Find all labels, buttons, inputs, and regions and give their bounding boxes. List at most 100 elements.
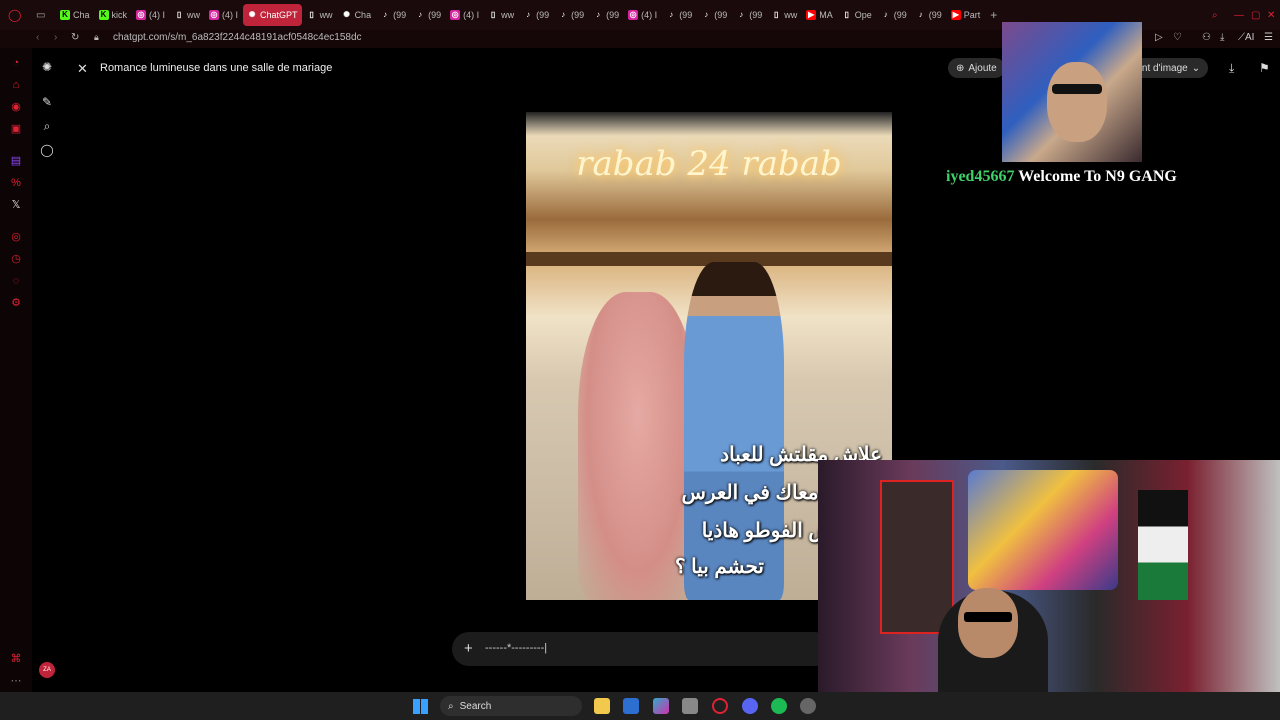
chatgpt-icon: ✺	[248, 10, 256, 19]
browser-tab[interactable]: K Cha	[56, 4, 94, 26]
tab-label: (99	[536, 10, 550, 20]
browser-tab[interactable]: ▯ Ope	[838, 4, 876, 26]
new-tab-button[interactable]: +	[990, 8, 997, 22]
favorite-heart-icon[interactable]: ♡	[1173, 32, 1182, 43]
settings-icon[interactable]: ⚙	[9, 296, 23, 310]
close-window-button[interactable]: ✕	[1267, 10, 1275, 21]
ai-icon[interactable]: ⟋AI	[1238, 32, 1254, 43]
browser-tab[interactable]: ▶ Part	[947, 4, 985, 26]
tab-overview-icon[interactable]: ▭	[36, 10, 50, 21]
browser-tab[interactable]: ♪ (99	[662, 4, 696, 26]
browser-tab[interactable]: ♪ (99	[732, 4, 766, 26]
page-title: Romance lumineuse dans une salle de mari…	[100, 62, 333, 74]
tiktok-icon: ♪	[596, 10, 601, 19]
browser-tab[interactable]: ▶ MA	[802, 4, 837, 26]
page-icon: ▯	[309, 10, 314, 19]
kick-icon: K	[60, 10, 70, 20]
browser-tab[interactable]: ✺ Cha	[338, 4, 376, 26]
more-icon[interactable]: ⋯	[9, 674, 23, 688]
close-icon[interactable]: ✕	[77, 61, 88, 77]
chatgpt-icon: ✺	[343, 10, 350, 19]
pinboard-icon[interactable]: ◌	[9, 274, 23, 288]
browser-tab[interactable]: ◎ (4) I	[205, 4, 242, 26]
tab-label: (99	[679, 10, 693, 20]
browser-tab[interactable]: ♪ (99	[554, 4, 588, 26]
new-chat-icon[interactable]: ✎	[40, 95, 54, 109]
twitch-icon[interactable]: ▤	[9, 154, 23, 168]
browser-tab[interactable]: ▯ ww	[303, 4, 337, 26]
spotify-icon[interactable]	[771, 698, 787, 714]
youtube-icon: ▶	[806, 10, 817, 20]
url-field[interactable]: chatgpt.com/s/m_6a823f2244c48191acf0548c…	[113, 32, 362, 43]
chat-bubble-icon[interactable]: ◯	[40, 143, 54, 157]
discord-icon[interactable]	[742, 698, 758, 714]
taskbar-search[interactable]: ⌕ Search	[440, 696, 582, 716]
browser-tab[interactable]: ▯ ww	[767, 4, 801, 26]
search-icon[interactable]: ⌕	[40, 119, 54, 133]
browser-tab[interactable]: ✺ ChatGPT	[243, 4, 302, 26]
history-icon[interactable]: ◷	[9, 252, 23, 266]
browser-tab[interactable]: ◎ (4) I	[446, 4, 483, 26]
calculator-icon[interactable]	[682, 698, 698, 714]
add-attachment-icon[interactable]: +	[464, 640, 473, 657]
browser-sidebar: ◔ ⌂ ◉ ▣ ▤ % 𝕏 ◎ ◷ ◌ ⚙ ⌘ ⋯	[0, 48, 32, 692]
site-info-icon[interactable]: 🔒︎	[94, 32, 99, 43]
tab-label: Part	[963, 10, 981, 20]
maximize-button[interactable]: ▢	[1251, 10, 1260, 21]
tiktok-icon: ♪	[383, 10, 388, 19]
search-tabs-icon[interactable]: ⌕	[1212, 10, 1218, 21]
tab-label: ChatGPT	[260, 10, 298, 20]
tiktok-icon: ♪	[669, 10, 674, 19]
browser-tab[interactable]: ▯ ww	[170, 4, 204, 26]
send-to-flow-icon[interactable]: ▷	[1155, 32, 1163, 43]
chrome-icon[interactable]	[800, 698, 816, 714]
download-image-icon[interactable]: ⤓	[1229, 61, 1234, 76]
browser-tab[interactable]: ♪ (99	[697, 4, 731, 26]
add-button[interactable]: ⊕ Ajoute	[948, 58, 1005, 78]
browser-tab[interactable]: ♪ (99	[877, 4, 911, 26]
browser-tab[interactable]: ♪ (99	[589, 4, 623, 26]
x-twitter-icon[interactable]: 𝕏	[9, 198, 23, 212]
browser-tab[interactable]: ▯ ww	[484, 4, 518, 26]
browser-tab[interactable]: Kkick	[95, 4, 132, 26]
neon-sign-text: rabab 24 rabab	[576, 144, 842, 184]
prompt-input-bar[interactable]: + ------*---------|	[452, 632, 832, 666]
user-avatar[interactable]: ZA	[39, 662, 55, 678]
page-icon: ▯	[176, 10, 182, 19]
reload-icon[interactable]: ↻	[71, 32, 79, 43]
browser-tab[interactable]: ◎ (4) I	[624, 4, 661, 26]
back-icon[interactable]: ‹	[36, 32, 39, 43]
browser-tab[interactable]: ♪ (99	[411, 4, 445, 26]
browser-tab[interactable]: ◎ (4) I	[132, 4, 169, 26]
store-icon[interactable]	[623, 698, 639, 714]
download-icon[interactable]: ⤓	[1220, 32, 1224, 43]
browser-tab[interactable]: ♪ (99	[376, 4, 410, 26]
file-explorer-icon[interactable]	[594, 698, 610, 714]
windows-start-icon[interactable]	[413, 699, 428, 714]
tab-label: (99	[571, 10, 585, 20]
messenger-icon[interactable]: ◉	[9, 100, 23, 114]
opera-logo-icon[interactable]: ◯	[8, 8, 26, 22]
browser-tab[interactable]: ♪ (99	[519, 4, 553, 26]
report-flag-icon[interactable]: ⚑	[1259, 61, 1270, 75]
profile-icon[interactable]: ⚇	[1202, 32, 1211, 43]
percent-icon[interactable]: %	[9, 176, 23, 190]
extensions-icon[interactable]: ⌘	[9, 652, 23, 666]
forward-icon[interactable]: ›	[54, 32, 57, 43]
copilot-icon[interactable]	[653, 698, 669, 714]
minimize-button[interactable]: —	[1234, 10, 1244, 21]
player-icon[interactable]: ◎	[9, 230, 23, 244]
prompt-input[interactable]: ------*---------|	[485, 642, 547, 654]
browser-tab[interactable]: ♪ (99	[912, 4, 946, 26]
menu-icon[interactable]: ☰	[1264, 32, 1273, 43]
tab-label: (99	[928, 10, 942, 20]
aria-icon[interactable]: ◔	[9, 56, 23, 70]
opera-gx-icon[interactable]	[712, 698, 728, 714]
anime-mural	[968, 470, 1118, 590]
chatgpt-logo-icon[interactable]: ✺	[40, 60, 54, 74]
instagram-icon[interactable]: ▣	[9, 122, 23, 136]
search-icon: ⌕	[448, 700, 454, 712]
chatgpt-sidebar: ✺ ✎ ⌕ ◯ ZA	[32, 48, 62, 692]
tab-label: ww	[501, 10, 515, 20]
crypto-wallet-icon[interactable]: ⌂	[9, 78, 23, 92]
